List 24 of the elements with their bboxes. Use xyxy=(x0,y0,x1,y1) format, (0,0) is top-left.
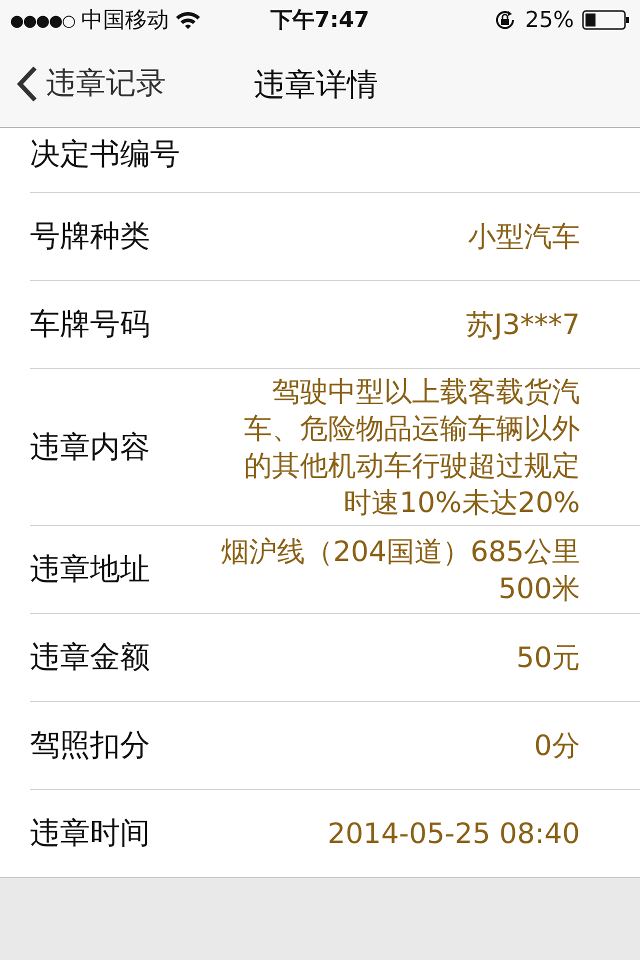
field-label: 车牌号码 xyxy=(30,306,150,344)
field-value: 驾驶中型以上载客载货汽车、危险物品运输车辆以外的其他机动车行驶超过规定时速10%未达20% xyxy=(243,374,580,521)
field-value: 苏J3***7 xyxy=(466,307,580,343)
field-label: 驾照扣分 xyxy=(30,727,150,765)
wifi-icon xyxy=(174,10,201,30)
field-label: 违章内容 xyxy=(30,428,150,466)
battery-percent: 25% xyxy=(525,8,574,32)
page-title: 违章详情 xyxy=(254,66,378,105)
field-label: 违章时间 xyxy=(30,815,150,853)
field-value: 小型汽车 xyxy=(468,219,580,255)
field-label: 号牌种类 xyxy=(30,218,150,256)
field-value: 烟沪线（204国道）685公里500米 xyxy=(220,534,580,606)
signal-strength: ●●●●○ xyxy=(10,10,75,30)
field-label: 违章金额 xyxy=(30,639,150,677)
field-value: 50元 xyxy=(516,640,580,676)
battery-icon xyxy=(582,10,630,30)
field-label: 违章地址 xyxy=(30,551,150,589)
field-value: 0分 xyxy=(534,728,580,764)
back-chevron-icon xyxy=(16,64,38,102)
field-value: 2014-05-25 08:40 xyxy=(328,816,580,852)
carrier-name: 中国移动 xyxy=(80,7,169,35)
field-label: 决定书编号 xyxy=(30,136,180,174)
back-button[interactable]: 违章记录 xyxy=(0,62,172,105)
status-time: 下午7:47 xyxy=(270,8,370,33)
